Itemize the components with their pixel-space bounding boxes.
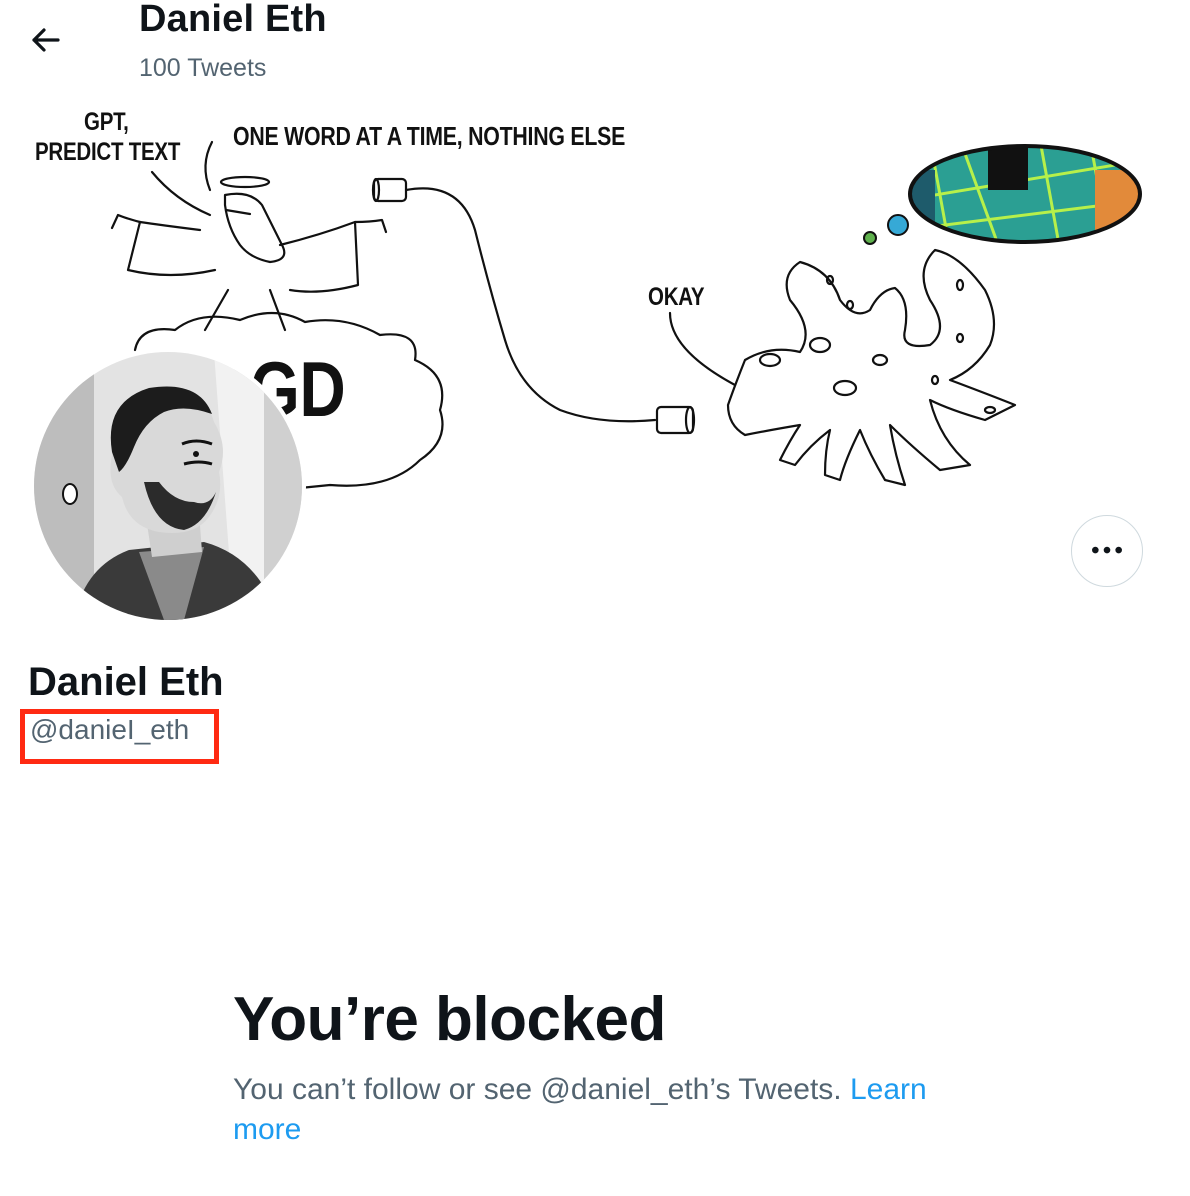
- blocked-message-text: You can’t follow or see @daniel_eth’s Tw…: [233, 1073, 842, 1106]
- banner-text-gpt: GPT,: [84, 108, 129, 136]
- profile-handle: @danieI_eth: [30, 714, 190, 745]
- profile-header: Daniel Eth 100 Tweets: [0, 0, 1190, 96]
- header-title: Daniel Eth: [139, 0, 327, 40]
- more-options-button[interactable]: [1071, 515, 1143, 587]
- tweet-count: 100 Tweets: [139, 54, 267, 82]
- back-button[interactable]: [26, 22, 70, 58]
- more-horizontal-icon: [1092, 546, 1122, 554]
- avatar[interactable]: [30, 348, 306, 624]
- banner-text-predict: PREDICT TEXT: [35, 138, 181, 166]
- arrow-left-icon: [32, 28, 60, 52]
- banner-text-oneword: ONE WORD AT A TIME, NOTHING ELSE: [233, 121, 626, 151]
- avatar-portrait: [34, 352, 302, 620]
- blocked-message: You can’t follow or see @daniel_eth’s Tw…: [233, 1070, 993, 1150]
- profile-name: Daniel Eth: [28, 660, 224, 704]
- banner-text-okay: OKAY: [648, 283, 705, 311]
- blocked-title: You’re blocked: [233, 985, 666, 1054]
